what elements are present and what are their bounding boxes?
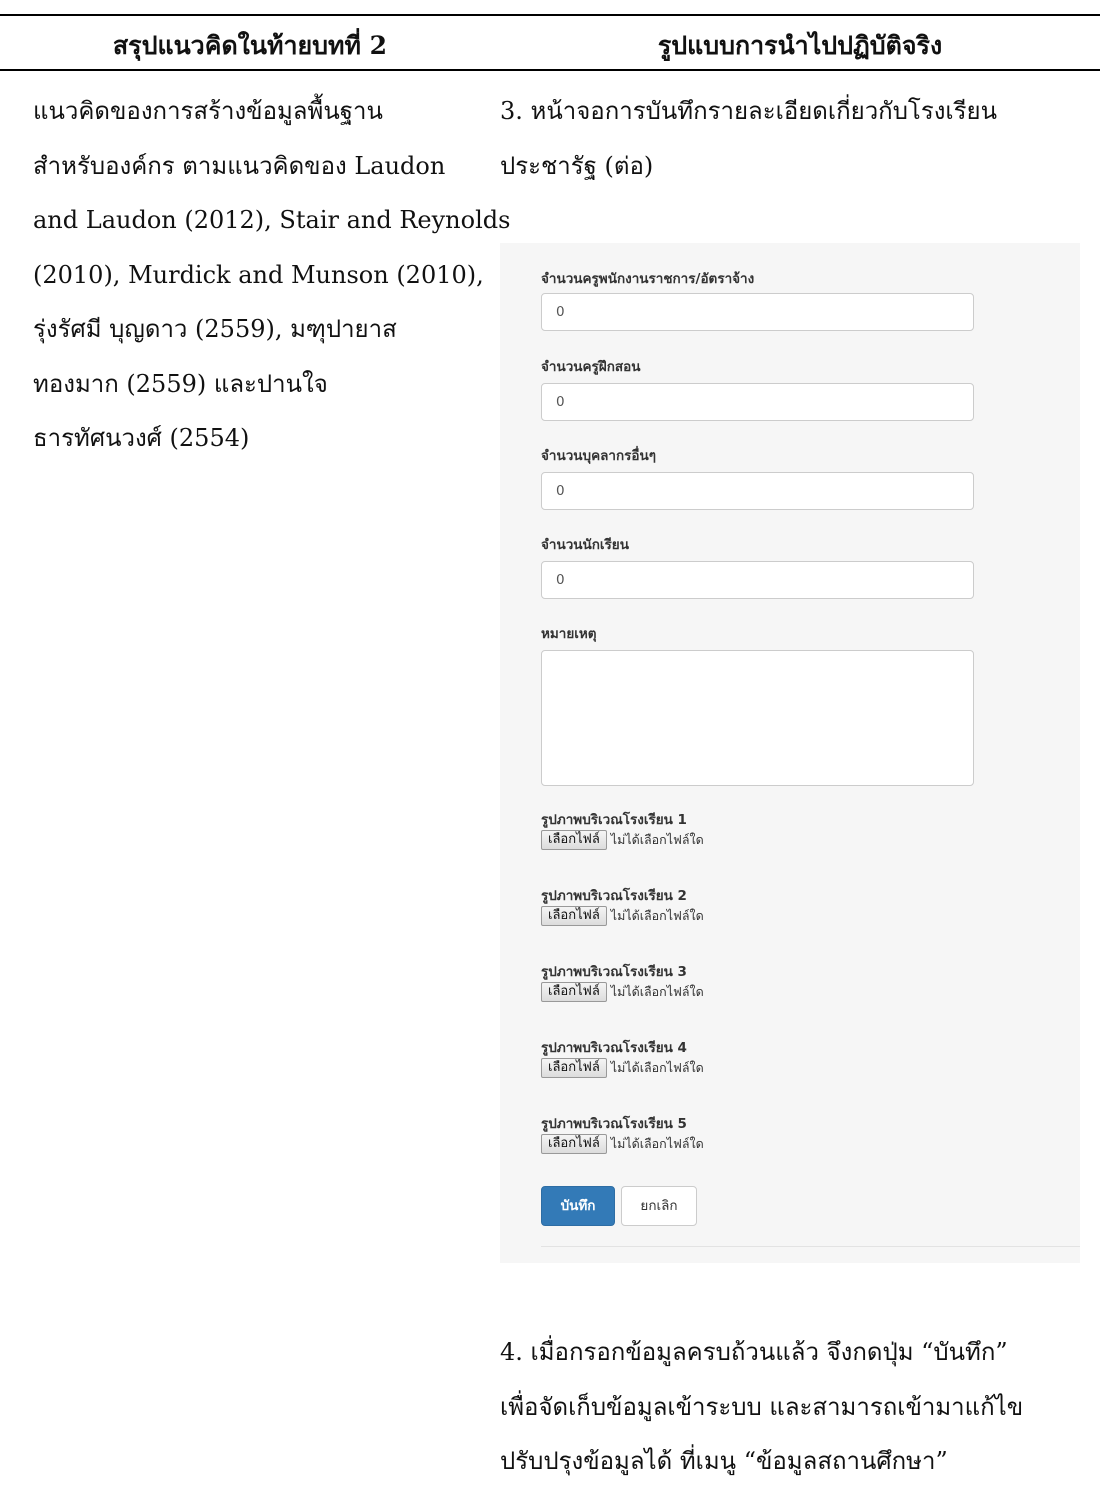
students-input[interactable]: 0 bbox=[541, 561, 974, 599]
file-group-3: รูปภาพบริเวณโรงเรียน 3 เลือกไฟล์ ไม่ได้เล… bbox=[541, 960, 704, 1002]
file-group-5: รูปภาพบริเวณโรงเรียน 5 เลือกไฟล์ ไม่ได้เล… bbox=[541, 1112, 704, 1154]
file-group-2: รูปภาพบริเวณโรงเรียน 2 เลือกไฟล์ ไม่ได้เล… bbox=[541, 884, 704, 926]
left-line: ทองมาก (2559) และปานใจ bbox=[33, 369, 328, 398]
contract-teachers-input[interactable]: 0 bbox=[541, 293, 974, 331]
save-button[interactable]: บันทึก bbox=[541, 1186, 615, 1226]
step3-line: ประชารัฐ (ต่อ) bbox=[500, 151, 654, 180]
left-line: (2010), Murdick and Munson (2010), bbox=[33, 260, 484, 289]
file-status: ไม่ได้เลือกไฟล์ใด bbox=[610, 832, 704, 847]
field-label: จำนวนบุคลากรอื่นๆ bbox=[541, 448, 656, 464]
field-label: จำนวนนักเรียน bbox=[541, 537, 629, 553]
file-label: รูปภาพบริเวณโรงเรียน 1 bbox=[541, 812, 687, 828]
field-group-students: จำนวนนักเรียน 0 bbox=[541, 533, 974, 599]
left-line: รุ่งรัศมี บุญดาว (2559), มฑุปายาส bbox=[33, 315, 397, 343]
file-input-row: เลือกไฟล์ ไม่ได้เลือกไฟล์ใด bbox=[541, 1134, 704, 1154]
step4-description: 4. เมื่อกรอกข้อมูลครบถ้วนแล้ว จึงกดปุ่ม … bbox=[500, 1325, 1090, 1489]
file-group-1: รูปภาพบริเวณโรงเรียน 1 เลือกไฟล์ ไม่ได้เล… bbox=[541, 808, 704, 850]
file-status: ไม่ได้เลือกไฟล์ใด bbox=[610, 1060, 704, 1075]
column-header-right: รูปแบบการนำไปปฏิบัติจริง bbox=[657, 31, 943, 60]
step4-line: 4. เมื่อกรอกข้อมูลครบถ้วนแล้ว จึงกดปุ่ม … bbox=[500, 1338, 1008, 1366]
field-label: จำนวนครูพนักงานราชการ/อัตราจ้าง bbox=[541, 271, 755, 287]
field-group-remark: หมายเหตุ bbox=[541, 622, 974, 786]
step4-line: เพื่อจัดเก็บข้อมูลเข้าระบบ และสามารถเข้า… bbox=[500, 1392, 1024, 1421]
other-staff-input[interactable]: 0 bbox=[541, 472, 974, 510]
left-line: แนวคิดของการสร้างข้อมูลพื้นฐาน bbox=[33, 97, 383, 125]
choose-file-button[interactable]: เลือกไฟล์ bbox=[541, 906, 607, 926]
left-line: and Laudon (2012), Stair and Reynolds bbox=[33, 206, 511, 234]
choose-file-button[interactable]: เลือกไฟล์ bbox=[541, 982, 607, 1002]
field-group-trainee-teachers: จำนวนครูฝึกสอน 0 bbox=[541, 355, 974, 421]
table-top-rule bbox=[0, 14, 1100, 16]
file-group-4: รูปภาพบริเวณโรงเรียน 4 เลือกไฟล์ ไม่ได้เล… bbox=[541, 1036, 704, 1078]
form-screenshot-panel: จำนวนครูพนักงานราชการ/อัตราจ้าง 0 จำนวนค… bbox=[500, 243, 1080, 1263]
file-input-row: เลือกไฟล์ ไม่ได้เลือกไฟล์ใด bbox=[541, 1058, 704, 1078]
file-input-row: เลือกไฟล์ ไม่ได้เลือกไฟล์ใด bbox=[541, 906, 704, 926]
step4-line: ปรับปรุงข้อมูลได้ ที่เมนู “ข้อมูลสถานศึก… bbox=[500, 1447, 948, 1475]
cancel-button[interactable]: ยกเลิก bbox=[621, 1186, 697, 1226]
step3-line: 3. หน้าจอการบันทึกรายละเอียดเกี่ยวกับโรง… bbox=[500, 97, 997, 125]
file-label: รูปภาพบริเวณโรงเรียน 5 bbox=[541, 1116, 687, 1132]
table-header-rule bbox=[0, 69, 1100, 71]
file-status: ไม่ได้เลือกไฟล์ใด bbox=[610, 908, 704, 923]
file-status: ไม่ได้เลือกไฟล์ใด bbox=[610, 1136, 704, 1151]
field-group-other-staff: จำนวนบุคลากรอื่นๆ 0 bbox=[541, 444, 974, 510]
file-label: รูปภาพบริเวณโรงเรียน 3 bbox=[541, 964, 687, 980]
left-line: สำหรับองค์กร ตามแนวคิดของ Laudon bbox=[33, 151, 446, 180]
step3-description: 3. หน้าจอการบันทึกรายละเอียดเกี่ยวกับโรง… bbox=[500, 84, 1090, 193]
field-label: จำนวนครูฝึกสอน bbox=[541, 359, 641, 375]
file-label: รูปภาพบริเวณโรงเรียน 2 bbox=[541, 888, 687, 904]
trainee-teachers-input[interactable]: 0 bbox=[541, 383, 974, 421]
file-input-row: เลือกไฟล์ ไม่ได้เลือกไฟล์ใด bbox=[541, 830, 704, 850]
file-status: ไม่ได้เลือกไฟล์ใด bbox=[610, 984, 704, 999]
file-label: รูปภาพบริเวณโรงเรียน 4 bbox=[541, 1040, 687, 1056]
field-group-contract-teachers: จำนวนครูพนักงานราชการ/อัตราจ้าง 0 bbox=[541, 267, 974, 331]
choose-file-button[interactable]: เลือกไฟล์ bbox=[541, 1058, 607, 1078]
remark-textarea[interactable] bbox=[541, 650, 974, 786]
column-header-left: สรุปแนวคิดในท้ายบทที่ 2 bbox=[112, 31, 388, 60]
panel-divider bbox=[541, 1246, 1080, 1247]
file-input-row: เลือกไฟล์ ไม่ได้เลือกไฟล์ใด bbox=[541, 982, 704, 1002]
left-column-text: แนวคิดของการสร้างข้อมูลพื้นฐาน สำหรับองค… bbox=[33, 84, 511, 466]
choose-file-button[interactable]: เลือกไฟล์ bbox=[541, 1134, 607, 1154]
choose-file-button[interactable]: เลือกไฟล์ bbox=[541, 830, 607, 850]
left-line: ธารทัศนวงศ์ (2554) bbox=[33, 424, 250, 452]
remark-label: หมายเหตุ bbox=[541, 626, 597, 642]
